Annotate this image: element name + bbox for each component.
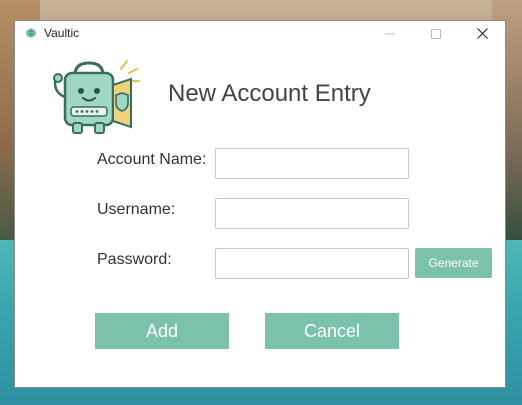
minimize-button[interactable] (367, 21, 413, 46)
new-account-window: Vaultic New Account Entry Account Name: … (14, 20, 506, 388)
brain-icon (26, 28, 36, 38)
generate-password-button[interactable]: Generate (415, 248, 492, 278)
vault-mascot-illustration (53, 60, 140, 134)
add-button[interactable]: Add (95, 313, 229, 349)
window-title: Vaultic (44, 26, 80, 40)
username-input[interactable] (215, 198, 409, 229)
account-name-input[interactable] (215, 148, 409, 179)
maximize-icon (431, 28, 441, 39)
password-input[interactable] (215, 248, 409, 279)
minimize-icon (385, 33, 395, 34)
username-label: Username: (97, 201, 176, 218)
account-name-label: Account Name: (97, 151, 207, 168)
close-button[interactable] (459, 21, 505, 46)
title-bar[interactable]: Vaultic (15, 21, 505, 46)
page-title: New Account Entry (168, 80, 371, 107)
password-label: Password: (97, 251, 172, 268)
close-icon (476, 28, 488, 39)
cancel-button[interactable]: Cancel (265, 313, 399, 349)
maximize-button[interactable] (413, 21, 459, 46)
